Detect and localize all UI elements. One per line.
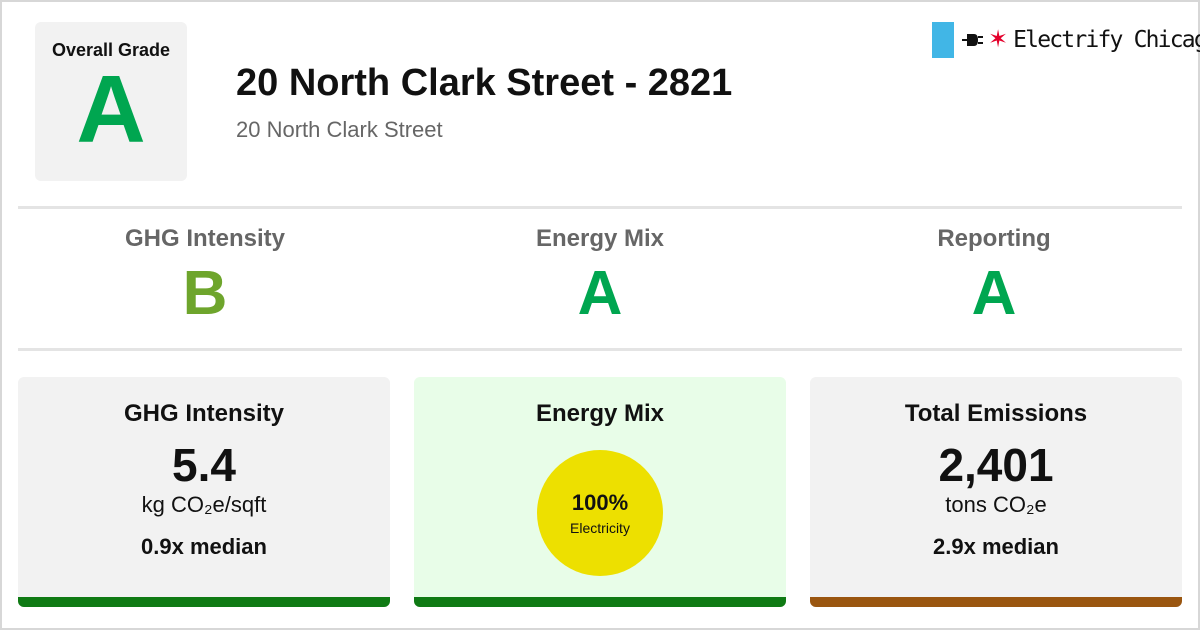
brand-logo[interactable]: ✶ Electrify Chicago (932, 22, 1200, 58)
subgrade-ghg-intensity: GHG Intensity B (8, 225, 402, 327)
ghg-intensity-card: GHG Intensity 5.4 kg CO₂e/sqft 0.9x medi… (18, 377, 390, 607)
subgrade-label: Reporting (937, 225, 1051, 252)
subgrade-label: Energy Mix (535, 225, 665, 252)
total-emissions-unit: tons CO₂e (945, 492, 1047, 517)
building-title: 20 North Clark Street - 2821 (236, 62, 733, 104)
brand-name: Electrify Chicago (1013, 27, 1200, 53)
star-icon: ✶ (988, 26, 1009, 53)
energy-mix-card: Energy Mix 100% Electricity (414, 377, 786, 607)
total-emissions-median: 2.9x median (933, 534, 1059, 559)
ghg-intensity-unit: kg CO₂e/sqft (141, 492, 267, 517)
building-address: 20 North Clark Street (236, 117, 443, 142)
subgrade-label: GHG Intensity (124, 225, 286, 252)
ghg-intensity-value: 5.4 (172, 439, 236, 491)
total-emissions-value: 2,401 (938, 439, 1054, 491)
ghg-intensity-median: 0.9x median (141, 534, 267, 559)
chicago-flag-bar (932, 22, 954, 58)
subgrade-reporting: Reporting A (797, 225, 1191, 327)
status-bar (414, 597, 786, 607)
plug-icon (962, 34, 983, 46)
divider-top (18, 206, 1182, 209)
total-emissions-card: Total Emissions 2,401 tons CO₂e 2.9x med… (810, 377, 1182, 607)
electricity-circle: 100% Electricity (537, 450, 663, 576)
card-title: Total Emissions (904, 400, 1088, 427)
card-title: Energy Mix (535, 400, 665, 427)
divider-middle (18, 348, 1182, 351)
status-bar (18, 597, 390, 607)
subgrade-letter: A (971, 259, 1017, 328)
overall-grade-letter: A (76, 56, 146, 163)
electricity-label: Electricity (570, 520, 630, 536)
status-bar (810, 597, 1182, 607)
overall-grade-box: Overall Grade A (35, 22, 187, 181)
subgrade-energy-mix: Energy Mix A (403, 225, 797, 327)
subgrade-letter: B (182, 259, 228, 328)
electricity-percent: 100% (571, 490, 629, 515)
subgrade-letter: A (577, 259, 623, 328)
card-title: GHG Intensity (123, 400, 285, 427)
